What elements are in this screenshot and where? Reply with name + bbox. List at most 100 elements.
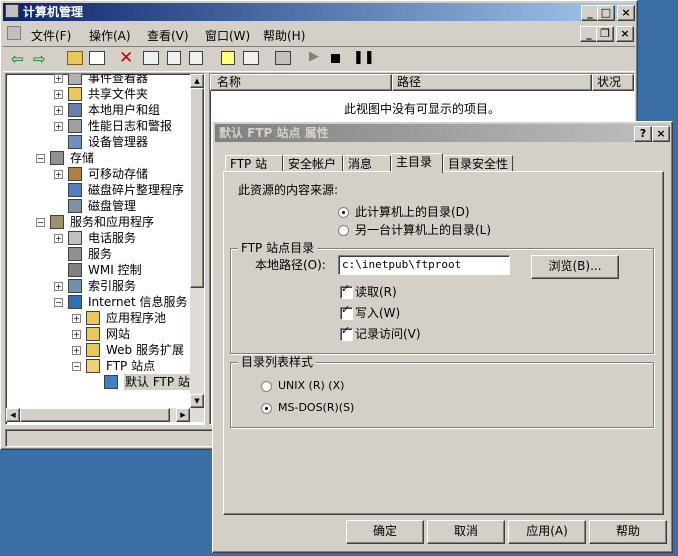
help-icon[interactable] xyxy=(221,51,235,65)
checkbox-write-label[interactable]: 写入(W) xyxy=(355,306,400,320)
refresh-icon[interactable] xyxy=(167,51,181,65)
inner-close-button[interactable]: × xyxy=(616,26,634,42)
show-hide-tree-icon[interactable] xyxy=(89,51,105,65)
apply-button[interactable]: 应用(A) xyxy=(508,520,586,544)
main-title-bar[interactable]: 计算机管理 _ □ × xyxy=(3,3,635,21)
content-source-label: 此资源的内容来源: xyxy=(238,183,339,197)
tree-item-label: 索引服务 xyxy=(88,279,137,293)
tab-security-accounts[interactable]: 安全帐户 xyxy=(283,155,343,172)
expand-icon[interactable]: + xyxy=(54,122,63,131)
browse-button[interactable]: 浏览(B)... xyxy=(531,255,619,279)
radio-remote-directory-label[interactable]: 另一台计算机上的目录(L) xyxy=(355,223,491,237)
stop-icon[interactable] xyxy=(331,54,340,63)
services-icon xyxy=(68,247,82,261)
collapse-icon[interactable]: − xyxy=(36,154,45,163)
tree-rows: + 事件查看器 + 共享文件夹 + 本地用户和组 + 性能日志和警报 设备管理器 − 存储 + 可移动存… xyxy=(6,73,204,404)
scroll-right-button[interactable]: ▶ xyxy=(176,408,190,422)
menu-help[interactable]: 帮助(H) xyxy=(263,27,305,44)
tree-item-label: FTP 站点 xyxy=(106,359,156,373)
collapse-icon[interactable]: − xyxy=(54,298,63,307)
tree-horizontal-scrollbar[interactable]: ◀ ▶ xyxy=(6,408,204,422)
radio-unix[interactable] xyxy=(261,381,272,392)
expand-icon[interactable]: + xyxy=(72,330,81,339)
tree-item-label: 应用程序池 xyxy=(106,311,167,325)
checkbox-log-visits-check-icon: ✓ xyxy=(341,324,351,337)
listing-style-group xyxy=(230,362,654,428)
tree-item-label: 共享文件夹 xyxy=(88,87,149,101)
listing-style-group-label: 目录列表样式 xyxy=(238,355,317,369)
scroll-thumb[interactable] xyxy=(190,88,204,288)
radio-ms-dos[interactable] xyxy=(261,403,272,414)
tree-item-label: 存储 xyxy=(70,151,95,165)
scroll-left-button[interactable]: ◀ xyxy=(6,408,20,422)
collapse-icon[interactable]: − xyxy=(72,362,81,371)
forward-arrow-icon[interactable]: ⇨ xyxy=(33,50,46,68)
scroll-down-button[interactable]: ▼ xyxy=(190,394,204,408)
start-icon[interactable]: ▶ xyxy=(309,49,319,64)
checkbox-log-visits-label[interactable]: 记录访问(V) xyxy=(355,327,421,341)
help-button[interactable]: 帮助 xyxy=(589,520,667,544)
expand-icon[interactable]: + xyxy=(54,74,63,83)
dialog-close-button[interactable]: × xyxy=(652,126,670,142)
iis-icon xyxy=(68,295,82,309)
delete-icon[interactable]: ✕ xyxy=(119,48,133,68)
scroll-up-button[interactable]: ▲ xyxy=(190,74,204,88)
dialog-title: 默认 FTP 站点 属性 xyxy=(219,126,329,140)
removable-storage-icon xyxy=(68,167,82,181)
tree-item-label: 事件查看器 xyxy=(88,73,149,85)
column-header-status[interactable]: 状况 xyxy=(592,74,634,91)
cancel-button[interactable]: 取消 xyxy=(427,520,505,544)
dialog-help-button[interactable]: ? xyxy=(634,126,652,142)
device-manager-icon xyxy=(68,135,82,149)
ok-button[interactable]: 确定 xyxy=(346,520,424,544)
menu-window[interactable]: 窗口(W) xyxy=(205,27,250,44)
expand-icon[interactable]: + xyxy=(54,106,63,115)
folder-icon xyxy=(86,343,100,357)
console-icon[interactable] xyxy=(243,51,259,65)
local-path-input[interactable]: c:\inetpub\ftproot xyxy=(338,255,510,275)
radio-unix-label[interactable]: UNIX (R) (X) xyxy=(278,379,344,393)
back-arrow-icon[interactable]: ⇦ xyxy=(11,50,24,68)
checkbox-read-check-icon: ✓ xyxy=(341,282,351,295)
menu-action[interactable]: 操作(A) xyxy=(89,27,131,44)
inner-restore-button[interactable]: ❐ xyxy=(596,26,614,42)
column-header-name[interactable]: 名称 xyxy=(210,74,392,91)
properties-icon[interactable] xyxy=(143,51,159,65)
computer-icon[interactable] xyxy=(275,51,291,65)
menu-bar: 文件(F) 操作(A) 查看(V) 窗口(W) 帮助(H) _ ❐ × xyxy=(5,24,635,44)
tree-item-label: Web 服务扩展 xyxy=(106,343,184,357)
tab-home-directory[interactable]: 主目录 xyxy=(391,153,443,173)
radio-ms-dos-label[interactable]: MS-DOS(R)(S) xyxy=(278,401,354,415)
hscroll-thumb[interactable] xyxy=(20,408,170,422)
tab-directory-security[interactable]: 目录安全性 xyxy=(443,155,513,172)
wmi-icon xyxy=(68,263,82,277)
expand-icon[interactable]: + xyxy=(72,314,81,323)
expand-icon[interactable]: + xyxy=(54,282,63,291)
tree-pane: + 事件查看器 + 共享文件夹 + 本地用户和组 + 性能日志和警报 设备管理器 − 存储 + 可移动存… xyxy=(5,73,205,425)
radio-local-directory[interactable] xyxy=(338,207,349,218)
checkbox-write-check-icon: ✓ xyxy=(341,303,351,316)
expand-icon[interactable]: + xyxy=(72,346,81,355)
maximize-button[interactable]: □ xyxy=(597,5,615,21)
column-header-path[interactable]: 路径 xyxy=(392,74,592,91)
pause-icon[interactable]: ❚❚ xyxy=(353,50,375,65)
tree-item-label: 磁盘管理 xyxy=(88,199,137,213)
menu-view[interactable]: 查看(V) xyxy=(147,27,189,44)
up-folder-icon[interactable] xyxy=(67,51,83,65)
tab-ftp-site[interactable]: FTP 站点 xyxy=(225,155,283,188)
expand-icon[interactable]: + xyxy=(54,234,63,243)
collapse-icon[interactable]: − xyxy=(36,218,45,227)
checkbox-read-label[interactable]: 读取(R) xyxy=(355,285,397,299)
radio-remote-directory[interactable] xyxy=(338,225,349,236)
menu-file[interactable]: 文件(F) xyxy=(31,27,71,44)
storage-icon xyxy=(50,151,64,165)
export-list-icon[interactable] xyxy=(189,51,203,65)
expand-icon[interactable]: + xyxy=(54,170,63,179)
tab-messages[interactable]: 消息 xyxy=(343,155,391,172)
tree-vertical-scrollbar[interactable]: ▲ ▼ xyxy=(190,74,204,408)
close-button[interactable]: × xyxy=(617,5,635,21)
radio-local-directory-label[interactable]: 此计算机上的目录(D) xyxy=(355,205,470,219)
dialog-title-bar[interactable]: 默认 FTP 站点 属性 ? × xyxy=(215,124,670,142)
app-menu-icon[interactable] xyxy=(7,26,21,40)
expand-icon[interactable]: + xyxy=(54,90,63,99)
